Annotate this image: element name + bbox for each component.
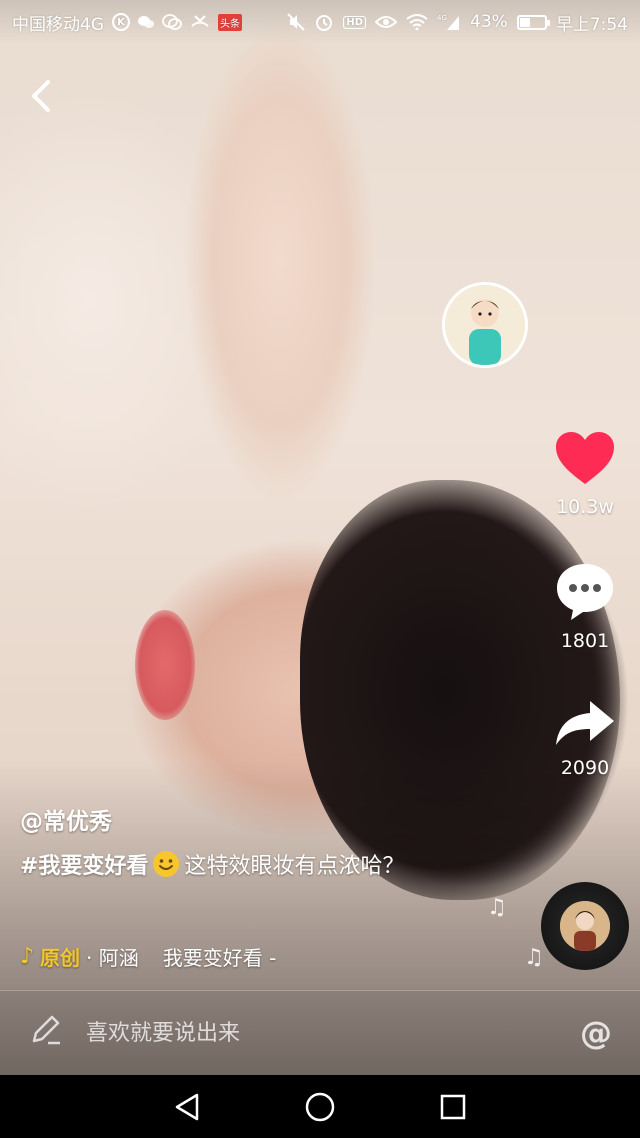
clock: 早上7:54: [555, 14, 628, 35]
like-count: 10.3w: [556, 496, 614, 518]
music-cover-image: [560, 901, 610, 951]
battery-percent: 43%: [470, 12, 508, 32]
back-arrow-icon: [32, 80, 50, 112]
nav-back-icon: [175, 1093, 198, 1120]
signal-icon: 4G: [437, 13, 461, 31]
missed-call-icon: [190, 14, 210, 30]
music-artist: · 阿涵: [86, 946, 139, 970]
comment-count: 1801: [560, 630, 610, 652]
chat-app-icon: [138, 15, 154, 29]
at-icon[interactable]: @: [580, 1014, 612, 1052]
pencil-icon: [28, 1013, 64, 1053]
system-nav-bar: [0, 1075, 640, 1138]
mute-icon: [287, 13, 306, 31]
nav-recents-icon: [441, 1094, 466, 1119]
nav-home-button[interactable]: [295, 1082, 345, 1132]
comment-button[interactable]: 1801: [545, 560, 625, 652]
hashtag-link[interactable]: #我要变好看: [20, 854, 148, 879]
hd-icon: HD: [343, 15, 367, 29]
smile-emoji-icon: [153, 851, 180, 877]
toutiao-icon: 头条: [218, 13, 242, 31]
comment-bar: @: [0, 990, 640, 1075]
music-info[interactable]: ♪ 原创 · 阿涵 我要变好看 -: [20, 942, 276, 971]
video-caption: #我要变好看 这特效眼妆有点浓哈？: [20, 850, 440, 884]
wifi-icon: [406, 14, 428, 30]
nav-recents-button[interactable]: [428, 1082, 478, 1132]
author-handle[interactable]: @常优秀: [20, 802, 112, 836]
k-badge-icon: K: [112, 13, 130, 31]
original-tag: 原创: [40, 946, 81, 970]
comment-input[interactable]: [86, 1020, 580, 1046]
comment-bubble-icon: [557, 564, 613, 620]
floating-note-icon: ♫: [524, 945, 544, 970]
avatar-cartoon-icon: [445, 285, 525, 365]
battery-level-fill: [519, 17, 531, 27]
video-subject-lips: [135, 610, 195, 720]
eye-icon: [375, 15, 398, 29]
video-player-screen: 中国移动4G K 头条 HD 4G 43% 早上7:54 10.3w 1801 …: [0, 0, 640, 1138]
wechat-icon: [162, 14, 182, 30]
music-song-title: 我要变好看 -: [162, 946, 277, 970]
nav-back-button[interactable]: [162, 1082, 212, 1132]
share-count: 2090: [560, 757, 610, 779]
share-arrow-icon: [556, 701, 614, 745]
battery-icon: [516, 14, 550, 30]
floating-note-icon: ♫: [487, 895, 507, 920]
heart-icon: [556, 432, 614, 484]
svg-text:4G: 4G: [437, 14, 447, 22]
music-note-icon: ♪: [20, 944, 35, 969]
carrier-label: 中国移动4G: [12, 14, 104, 35]
alarm-icon: [314, 12, 334, 32]
caption-text: 这特效眼妆有点浓哈？: [184, 854, 405, 879]
music-disc[interactable]: [541, 882, 629, 970]
back-button[interactable]: [22, 72, 62, 120]
author-avatar[interactable]: [442, 282, 528, 368]
share-button[interactable]: 2090: [545, 697, 625, 779]
nav-home-icon: [305, 1092, 335, 1121]
status-bar: 中国移动4G K 头条 HD 4G 43% 早上7:54: [0, 0, 640, 44]
like-button[interactable]: 10.3w: [545, 428, 625, 518]
